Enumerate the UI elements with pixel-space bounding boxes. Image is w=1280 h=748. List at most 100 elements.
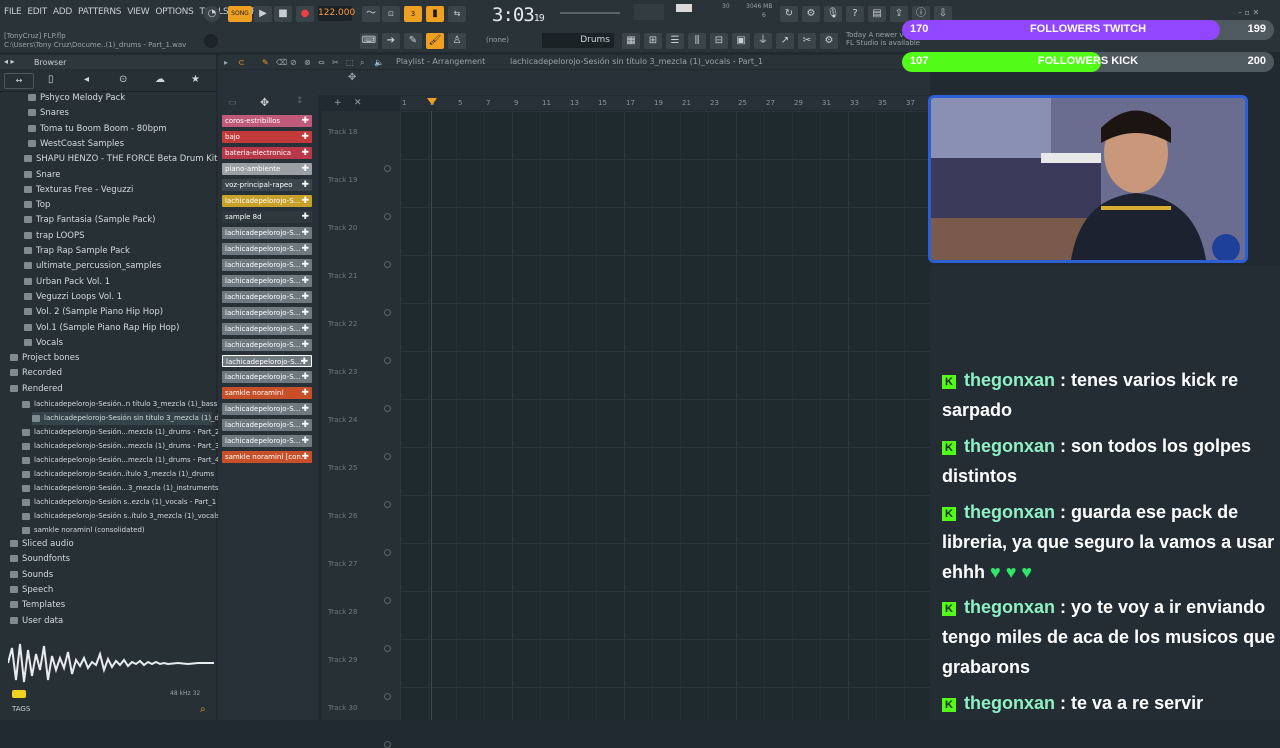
browser-section[interactable]: Recorded <box>10 367 62 380</box>
link-icon[interactable]: ↗ <box>776 33 794 49</box>
clip-add-icon[interactable]: ✚ <box>301 227 309 239</box>
clip-item[interactable]: lachicadepelorojo-S... ✚ <box>222 323 312 335</box>
cut-icon[interactable]: ✂ <box>798 33 816 49</box>
mic-icon[interactable]: 🎙 <box>824 6 842 22</box>
tempo-display[interactable]: 122.000 <box>318 6 355 21</box>
play-icon[interactable]: ▶ <box>254 6 272 22</box>
browser-folder[interactable]: Snares <box>28 107 69 120</box>
clip-item[interactable]: lachicadepelorojo-S... ✚ <box>222 243 312 255</box>
menu-item-add[interactable]: ADD <box>53 7 72 17</box>
star-icon[interactable]: ★ <box>191 74 200 85</box>
mixer-icon[interactable]: ⫼ <box>688 33 706 49</box>
menu-item-patterns[interactable]: PATTERNS <box>78 7 121 17</box>
clip-item[interactable]: lachicadepelorojo-S... ✚ <box>222 259 312 271</box>
window-controls[interactable]: – ▫ ✕ <box>1238 8 1259 17</box>
rec-mode-icon[interactable]: ⊡ <box>382 6 400 22</box>
clip-item[interactable]: bateria-electronica ✚ <box>222 147 312 159</box>
brush-tool-icon[interactable]: ⌫ <box>276 58 287 67</box>
clip-item[interactable]: coros-estribillos ✚ <box>222 115 312 127</box>
plugin-db-icon[interactable]: ▣ <box>732 33 750 49</box>
clip-item[interactable]: lachicadepelorojo-S... ✚ <box>222 435 312 447</box>
rendered-file[interactable]: lachicadepelorojo-Sesión s..ítulo 3_mezc… <box>22 510 220 523</box>
rendered-file[interactable]: lachicadepelorojo-Sesión...mezcla (1)_dr… <box>22 426 219 439</box>
channel-rack-icon[interactable]: ⊞ <box>644 33 662 49</box>
clip-add-icon[interactable]: ✚ <box>301 243 309 255</box>
metronome-icon[interactable]: ◔ <box>204 6 220 22</box>
back-icon[interactable]: ◂ <box>84 74 89 85</box>
browser-folder[interactable]: Veguzzi Loops Vol. 1 <box>24 291 122 304</box>
clip-item[interactable]: lachicadepelorojo-S... ✚ <box>222 403 312 415</box>
clip-add-icon[interactable]: ✚ <box>301 179 309 191</box>
track-mute-icon[interactable] <box>384 645 391 652</box>
upload-icon[interactable]: ⇪ <box>890 6 908 22</box>
clip-add-icon[interactable]: ✚ <box>301 435 309 447</box>
track-mute-icon[interactable] <box>384 741 391 748</box>
browser-section[interactable]: Speech <box>10 584 53 597</box>
sort-icon[interactable]: ↕ <box>296 96 304 106</box>
playhead-marker-icon[interactable] <box>427 98 437 105</box>
browser-folder[interactable]: Pshyco Melody Pack <box>28 92 125 105</box>
rendered-file[interactable]: lachicadepelorojo-Sesión...mezcla (1)_dr… <box>22 454 219 467</box>
clip-add-icon[interactable]: ✚ <box>301 195 309 207</box>
search-tags-icon[interactable]: ⌕ <box>200 704 206 715</box>
rendered-file[interactable]: lachicadepelorojo-Sesión sin título 3_me… <box>32 412 266 425</box>
clip-item[interactable]: piano-ambiente ✚ <box>222 163 312 175</box>
playlist-icon[interactable]: ▦ <box>622 33 640 49</box>
pan-icon[interactable]: ✥ <box>348 72 356 83</box>
piano-roll-icon[interactable]: ☰ <box>666 33 684 49</box>
track-mute-icon[interactable] <box>384 309 391 316</box>
clip-add-icon[interactable]: ✚ <box>301 307 309 319</box>
arrangement-grid[interactable] <box>400 111 930 720</box>
track-mute-icon[interactable] <box>384 213 391 220</box>
playlist-menu-icon[interactable]: ▸ <box>224 58 228 67</box>
clip-item[interactable]: lachicadepelorojo-S... ✚ <box>222 339 312 351</box>
pencil-tool-icon[interactable]: ✎ <box>262 58 269 67</box>
clip-add-icon[interactable]: ✚ <box>301 339 309 351</box>
close-icon[interactable]: ✕ <box>354 98 362 108</box>
plug-icon[interactable]: ⏚ <box>754 33 772 49</box>
clip-add-icon[interactable]: ✚ <box>301 371 309 383</box>
browser-folder[interactable]: Texturas Free - Veguzzi <box>24 184 133 197</box>
stop-icon[interactable]: ■ <box>274 6 292 22</box>
clip-add-icon[interactable]: ✚ <box>301 115 309 127</box>
browser-section[interactable]: Sounds <box>10 569 53 582</box>
save-icon[interactable]: ▤ <box>868 6 886 22</box>
file-icon[interactable]: ▯ <box>48 74 54 85</box>
browser-folder[interactable]: Trap Fantasia (Sample Pack) <box>24 214 155 227</box>
clip-item[interactable]: lachicadepelorojo-S... ✚ <box>222 307 312 319</box>
clip-add-icon[interactable]: ✚ <box>301 259 309 271</box>
clip-item[interactable]: samkle noraminl [con... ✚ <box>222 451 312 463</box>
browser-expand-icon[interactable]: ↔ <box>4 73 34 89</box>
clip-add-icon[interactable]: ✚ <box>301 131 309 143</box>
browser-toggle-icon[interactable]: ⊟ <box>710 33 728 49</box>
clip-item[interactable]: lachicadepelorojo-S... ✚ <box>222 275 312 287</box>
playback-tool-icon[interactable]: 🔈 <box>374 58 384 67</box>
magnet-icon[interactable]: ⊂ <box>238 58 245 67</box>
mute-tool-icon[interactable]: ⊗ <box>304 58 311 67</box>
settings-icon[interactable]: ⚙ <box>820 33 838 49</box>
menu-item-view[interactable]: VIEW <box>127 7 150 17</box>
clip-item[interactable]: lachicadepelorojo-S... ✚ <box>222 291 312 303</box>
zoom-tool-icon[interactable]: ⌕ <box>360 58 364 68</box>
browser-folder[interactable]: WestCoast Samples <box>28 138 124 151</box>
rendered-file[interactable]: samkle noraminl (consolidated) <box>22 524 212 537</box>
clip-item[interactable]: lachicadepelorojo-S... ✚ <box>222 355 312 367</box>
help-icon[interactable]: ? <box>846 6 864 22</box>
rendered-file[interactable]: lachicadepelorojo-Sesión..n título 3_mez… <box>22 398 217 411</box>
select-tool-icon[interactable]: ⬚ <box>346 58 354 67</box>
step-edit-icon[interactable]: 3 <box>404 6 422 22</box>
menu-item-file[interactable]: FILE <box>4 7 22 17</box>
track-mute-icon[interactable] <box>384 501 391 508</box>
slip-tool-icon[interactable]: ⇔ <box>318 58 325 67</box>
loop-record-icon[interactable]: ▮ <box>426 6 444 22</box>
menu-item-edit[interactable]: EDIT <box>27 7 47 17</box>
rendered-file[interactable]: lachicadepelorojo-Sesión s..ezcla (1)_vo… <box>22 496 216 509</box>
rendered-file[interactable]: lachicadepelorojo-Sesión...3_mezcla (1)_… <box>22 482 218 495</box>
delete-tool-icon[interactable]: ⊘ <box>290 58 297 67</box>
browser-folder[interactable]: Vol. 2 (Sample Piano Hip Hop) <box>24 306 163 319</box>
browser-section[interactable]: User data <box>10 615 63 628</box>
browser-section[interactable]: Sliced audio <box>10 538 74 551</box>
blend-icon[interactable]: ⇆ <box>448 6 466 22</box>
browser-folder[interactable]: Trap Rap Sample Pack <box>24 245 130 258</box>
record-icon[interactable]: ● <box>296 6 314 22</box>
